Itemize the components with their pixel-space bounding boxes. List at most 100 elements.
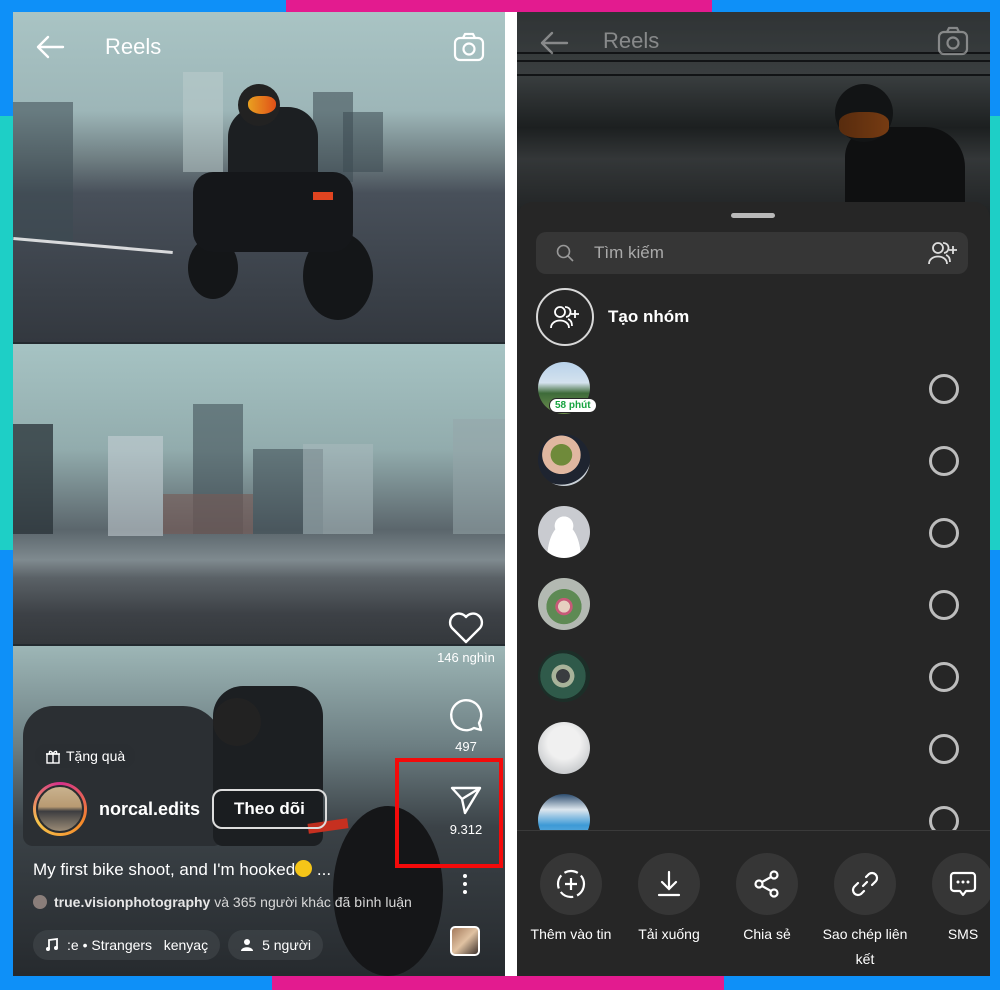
active-time-badge: 58 phút	[549, 398, 597, 413]
drag-handle[interactable]	[731, 213, 775, 218]
link-icon	[851, 871, 879, 897]
like-action[interactable]: 146 nghìn	[431, 612, 501, 665]
search-icon	[556, 244, 574, 262]
audio-thumbnail[interactable]	[450, 926, 480, 956]
sms-button[interactable]: SMS	[914, 853, 990, 947]
search-input[interactable]	[594, 243, 914, 263]
select-radio[interactable]	[929, 446, 959, 476]
select-radio[interactable]	[929, 662, 959, 692]
helmet	[213, 698, 261, 746]
contact-row[interactable]	[536, 434, 976, 490]
share-option-circle	[540, 853, 602, 915]
share-option-label: SMS	[947, 926, 979, 942]
add-people-icon[interactable]	[928, 240, 958, 266]
share-option-circle	[638, 853, 700, 915]
select-radio[interactable]	[929, 374, 959, 404]
contact-avatar	[538, 722, 590, 774]
dot	[463, 890, 467, 894]
copy-link-button[interactable]: Sao chép liên kết	[816, 853, 914, 972]
contact-row[interactable]	[536, 506, 976, 562]
comment-bubble-icon[interactable]	[448, 697, 484, 733]
music-chip[interactable]: :e • Strangers kenyaç	[33, 930, 221, 960]
gift-icon	[46, 750, 60, 764]
building	[108, 436, 163, 536]
building	[303, 444, 373, 534]
contact-row[interactable]	[536, 722, 976, 778]
tail-light	[313, 192, 333, 200]
dot	[463, 882, 467, 886]
share-button[interactable]: Chia sẻ	[718, 853, 816, 947]
building	[343, 112, 383, 172]
author-username[interactable]: norcal.edits	[99, 799, 200, 820]
visor	[248, 96, 276, 114]
share-option-label: Thêm vào tin	[530, 926, 612, 942]
gift-label: Tặng quà	[66, 748, 126, 764]
video-frame-2	[13, 342, 505, 644]
building	[183, 72, 223, 172]
caption-more: ...	[312, 860, 332, 879]
camera-icon	[937, 26, 969, 56]
back-arrow-icon[interactable]	[35, 34, 65, 60]
select-radio[interactable]	[929, 734, 959, 764]
person-icon	[241, 939, 254, 951]
share-sheet: Tạo nhóm 58 phút	[517, 202, 990, 976]
contact-row[interactable]	[536, 578, 976, 634]
author-avatar[interactable]	[33, 782, 87, 836]
select-radio[interactable]	[929, 590, 959, 620]
comments-summary[interactable]: true.visionphotography và 365 người khác…	[33, 894, 412, 910]
share-option-circle	[834, 853, 896, 915]
building	[453, 419, 505, 534]
music-title: :e • Strangers kenyaç	[67, 937, 209, 953]
panel-divider	[505, 12, 517, 976]
music-note-icon	[46, 938, 58, 951]
camera-icon[interactable]	[453, 32, 485, 62]
like-count: 146 nghìn	[437, 650, 495, 665]
share-highlight-box	[395, 758, 503, 868]
share-icon	[754, 870, 779, 898]
commenter-avatar	[33, 895, 47, 909]
sms-icon	[949, 871, 977, 897]
contact-avatar	[538, 650, 590, 702]
default-avatar	[538, 506, 590, 558]
share-option-label: Chia sẻ	[743, 926, 791, 942]
search-bar	[536, 232, 968, 274]
add-to-story-button[interactable]: Thêm vào tin	[522, 853, 620, 947]
create-group-row[interactable]: Tạo nhóm	[536, 288, 689, 346]
gift-button[interactable]: Tặng quà	[35, 744, 136, 768]
share-option-circle	[932, 853, 990, 915]
contact-row[interactable]	[536, 650, 976, 706]
contact-row[interactable]: 58 phút	[536, 362, 976, 418]
comments-rest: và 365 người khác đã bình luận	[214, 894, 412, 910]
road-marking	[13, 237, 173, 254]
reels-screen: Reels 146 nghìn 497 9.312 Tặng quà norca…	[13, 12, 505, 976]
more-options-icon[interactable]	[460, 874, 470, 898]
screenshot-frame: Reels 146 nghìn 497 9.312 Tặng quà norca…	[0, 0, 1000, 990]
decor-strip-right	[990, 116, 1000, 550]
download-icon	[657, 870, 681, 897]
building	[13, 424, 53, 534]
back-arrow-icon	[540, 31, 569, 55]
emoji-icon	[295, 860, 313, 877]
follow-button[interactable]: Theo dõi	[212, 789, 327, 829]
share-options-bar: Thêm vào tin Tải xuống Chia sẻ Sao chép …	[517, 830, 990, 976]
caption[interactable]: My first bike shoot, and I'm hooked ...	[33, 860, 331, 880]
create-group-circle	[536, 288, 594, 346]
download-button[interactable]: Tải xuống	[620, 853, 718, 947]
share-option-label: Tải xuống	[638, 926, 700, 942]
select-radio[interactable]	[929, 518, 959, 548]
caption-text: My first bike shoot, and I'm hooked	[33, 860, 296, 879]
heart-icon[interactable]	[448, 612, 484, 644]
page-title: Reels	[603, 28, 660, 53]
decor-strip-bottom	[272, 976, 724, 990]
reels-header: Reels	[13, 12, 505, 82]
group-add-icon	[550, 306, 579, 329]
comment-count: 497	[455, 739, 477, 754]
comment-action[interactable]: 497	[431, 697, 501, 754]
create-group-label: Tạo nhóm	[608, 307, 690, 326]
people-chip[interactable]: 5 người	[228, 930, 324, 960]
reels-header-dimmed: Reels	[517, 12, 990, 82]
motorbike-body	[193, 172, 353, 252]
decor-strip-top	[286, 0, 712, 12]
people-count: 5 người	[262, 937, 312, 953]
dot	[463, 874, 467, 878]
